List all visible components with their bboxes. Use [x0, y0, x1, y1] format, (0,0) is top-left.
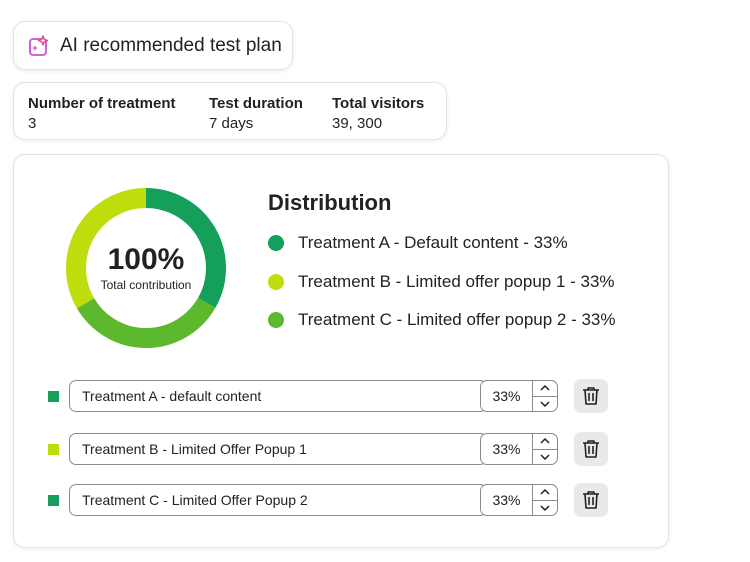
delete-treatment-button[interactable] — [574, 483, 608, 517]
donut-center-value: 100% — [108, 243, 185, 276]
decrement-button[interactable] — [533, 501, 557, 516]
treatment-color-swatch — [48, 443, 59, 455]
legend-label: Treatment B - Limited offer popup 1 - 33… — [298, 272, 615, 291]
stats-card: Number of treatment 3 Test duration 7 da… — [13, 82, 447, 140]
treatment-color-swatch — [48, 494, 59, 506]
legend-dot — [268, 235, 284, 251]
distribution-card: 100% Total contribution Distribution Tre… — [13, 154, 669, 548]
donut-center-label: Total contribution — [101, 278, 192, 292]
stat-treatments: Number of treatment 3 — [28, 95, 176, 132]
stat-label: Number of treatment — [28, 95, 176, 112]
stat-duration: Test duration 7 days — [209, 95, 303, 132]
trash-icon — [583, 387, 599, 405]
legend-label: Treatment A - Default content - 33% — [298, 233, 568, 252]
increment-button[interactable] — [533, 381, 557, 397]
trash-icon — [583, 491, 599, 509]
chevron-down-icon — [540, 454, 550, 460]
increment-button[interactable] — [533, 434, 557, 450]
decrement-button[interactable] — [533, 397, 557, 412]
percent-stepper: 33% — [480, 433, 558, 465]
stat-value: 3 — [28, 115, 37, 132]
treatment-name-input[interactable]: Treatment B - Limited Offer Popup 1 — [69, 433, 487, 465]
percent-value-input[interactable]: 33% — [481, 381, 532, 411]
delete-treatment-button[interactable] — [574, 432, 608, 466]
distribution-title: Distribution — [268, 190, 392, 215]
increment-button[interactable] — [533, 485, 557, 501]
title-card: AI recommended test plan — [13, 21, 293, 70]
chevron-up-icon — [540, 385, 550, 391]
stat-value: 39, 300 — [332, 115, 383, 132]
treatment-row: Treatment C - Limited Offer Popup 2 — [48, 484, 487, 516]
legend-item: Treatment B - Limited offer popup 1 - 33… — [268, 272, 615, 292]
chevron-down-icon — [540, 505, 550, 511]
stat-value: 7 days — [209, 115, 254, 132]
donut-chart: 100% Total contribution — [66, 188, 226, 348]
legend-item: Treatment A - Default content - 33% — [268, 233, 568, 253]
legend-label: Treatment C - Limited offer popup 2 - 33… — [298, 310, 616, 329]
stat-label: Total visitors — [332, 95, 425, 112]
trash-icon — [583, 440, 599, 458]
treatment-row: Treatment A - default content — [48, 380, 487, 412]
delete-treatment-button[interactable] — [574, 379, 608, 413]
stat-label: Test duration — [209, 95, 303, 112]
page-title: AI recommended test plan — [60, 34, 282, 56]
treatment-color-swatch — [48, 390, 59, 402]
chevron-up-icon — [540, 438, 550, 444]
percent-stepper: 33% — [480, 380, 558, 412]
stat-visitors: Total visitors 39, 300 — [332, 95, 424, 132]
decrement-button[interactable] — [533, 450, 557, 465]
ai-sparkle-icon — [29, 34, 49, 56]
treatment-name-input[interactable]: Treatment A - default content — [69, 380, 487, 412]
legend-item: Treatment C - Limited offer popup 2 - 33… — [268, 310, 616, 330]
treatment-name-input[interactable]: Treatment C - Limited Offer Popup 2 — [69, 484, 487, 516]
legend-dot — [268, 312, 284, 328]
treatment-row: Treatment B - Limited Offer Popup 1 — [48, 433, 487, 465]
chevron-up-icon — [540, 489, 550, 495]
percent-value-input[interactable]: 33% — [481, 434, 532, 464]
donut-segment — [76, 297, 216, 348]
legend-dot — [268, 274, 284, 290]
percent-value-input[interactable]: 33% — [481, 485, 532, 515]
chevron-down-icon — [540, 401, 550, 407]
percent-stepper: 33% — [480, 484, 558, 516]
